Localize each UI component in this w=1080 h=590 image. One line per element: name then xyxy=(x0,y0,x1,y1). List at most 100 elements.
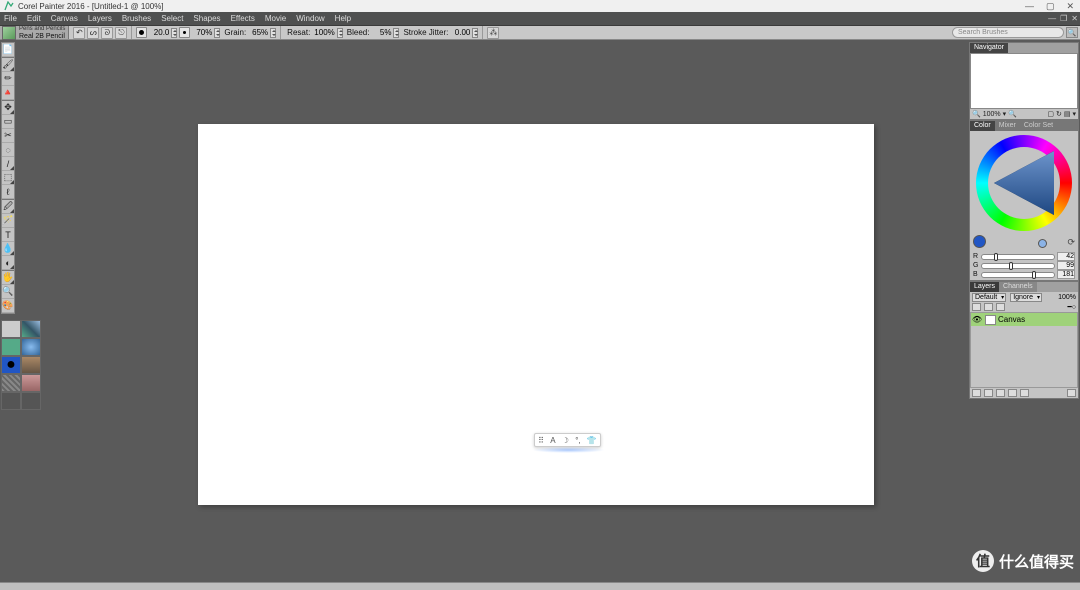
tool-shape[interactable]: 🔺 xyxy=(2,86,14,100)
menu-help[interactable]: Help xyxy=(335,14,351,23)
look-selector[interactable] xyxy=(1,338,21,356)
red-slider[interactable] xyxy=(981,254,1055,260)
grain-spinner[interactable]: 65% xyxy=(248,27,276,38)
tool-selection-oval[interactable]: ◌ xyxy=(2,143,14,157)
zoom-in-icon[interactable]: 🔍 xyxy=(1008,110,1017,118)
ime-icon[interactable]: ⠿ xyxy=(538,436,544,445)
layer-list[interactable]: 👁 Canvas xyxy=(970,312,1078,388)
tool-lasso[interactable]: ℓ xyxy=(2,185,14,199)
layer-mask-button[interactable] xyxy=(984,389,993,397)
additional-color[interactable] xyxy=(21,374,41,392)
menu-file[interactable]: File xyxy=(4,14,17,23)
flow-map-selector[interactable] xyxy=(1,392,21,410)
menu-window[interactable]: Window xyxy=(296,14,324,23)
tool-dodge[interactable]: ◐ xyxy=(2,256,14,270)
size-preview-icon[interactable] xyxy=(136,27,147,38)
layer-lock-button[interactable] xyxy=(1008,389,1017,397)
red-value[interactable]: 42 xyxy=(1057,252,1075,261)
green-value[interactable]: 99 xyxy=(1057,261,1075,270)
tool-pen[interactable]: 🖉 xyxy=(2,200,14,214)
size-spinner[interactable]: 20.0 xyxy=(149,27,177,38)
brush-selector[interactable]: Pens and Pencils Real 2B Pencil xyxy=(0,26,69,39)
minimize-button[interactable]: — xyxy=(1025,2,1034,11)
nav-btn-3[interactable]: ▤ xyxy=(1064,110,1071,118)
tool-hand[interactable]: 🖐 xyxy=(2,271,14,285)
pattern-selector[interactable] xyxy=(21,320,41,338)
layer-fx-button[interactable] xyxy=(972,389,981,397)
clone-color-icon[interactable]: ⟳ xyxy=(1067,237,1075,248)
opacity-preview-icon[interactable] xyxy=(179,27,190,38)
menu-layers[interactable]: Layers xyxy=(88,14,112,23)
texture-selector[interactable] xyxy=(21,392,41,410)
navigator-tab[interactable]: Navigator xyxy=(970,43,1008,53)
opacity-spinner[interactable]: 70% xyxy=(192,27,220,38)
close-button[interactable]: ✕ xyxy=(1066,2,1074,11)
tool-line[interactable]: / xyxy=(2,157,14,171)
paper-selector[interactable] xyxy=(1,320,21,338)
menu-brushes[interactable]: Brushes xyxy=(122,14,151,23)
search-input[interactable]: Search Brushes xyxy=(952,27,1064,38)
menu-movie[interactable]: Movie xyxy=(265,14,286,23)
tab-channels[interactable]: Channels xyxy=(999,282,1037,292)
new-layer-button[interactable] xyxy=(996,389,1005,397)
visibility-icon[interactable]: 👁 xyxy=(971,315,983,324)
opacity-slider[interactable]: ━○ xyxy=(1068,303,1076,311)
menu-effects[interactable]: Effects xyxy=(231,14,255,23)
layer-opt-3[interactable] xyxy=(996,303,1005,311)
maximize-button[interactable]: ▢ xyxy=(1046,2,1055,11)
menu-shapes[interactable]: Shapes xyxy=(193,14,220,23)
tool-brush[interactable]: 🖌 xyxy=(2,58,14,72)
blend-mode-dropdown[interactable]: Default xyxy=(972,293,1006,302)
advanced-brush-button[interactable]: ⎋ xyxy=(115,27,127,39)
navigator-preview[interactable] xyxy=(970,53,1078,109)
menu-canvas[interactable]: Canvas xyxy=(51,14,78,23)
main-color-swatch[interactable] xyxy=(973,235,986,248)
bleed-spinner[interactable]: 5% xyxy=(371,27,399,38)
layer-row[interactable]: 👁 Canvas xyxy=(971,313,1077,326)
mdi-minimize[interactable]: — xyxy=(1048,14,1056,23)
mdi-restore[interactable]: ❐ xyxy=(1060,14,1067,23)
nav-btn-2[interactable]: ↻ xyxy=(1056,110,1062,118)
jitter-spinner[interactable]: 0.00 xyxy=(450,27,478,38)
reset-tool-button[interactable]: ↶ xyxy=(73,27,85,39)
tool-transform[interactable]: ▭ xyxy=(2,115,14,129)
layer-opacity-value[interactable]: 100% xyxy=(1058,294,1076,301)
tool-crop[interactable]: ✂ xyxy=(2,129,14,143)
layer-extra-button[interactable] xyxy=(1067,389,1076,397)
floating-input-bar[interactable]: ⠿ A ☽ °, 👕 xyxy=(534,433,601,447)
depth-mode-dropdown[interactable]: Ignore xyxy=(1010,293,1042,302)
tab-mixer[interactable]: Mixer xyxy=(995,121,1020,131)
blue-slider[interactable] xyxy=(981,272,1055,278)
tool-text[interactable]: T xyxy=(2,228,14,242)
ime-letter-icon[interactable]: A xyxy=(550,436,555,445)
tool-rect-select[interactable]: ⬚ xyxy=(2,171,14,185)
ime-moon-icon[interactable]: ☽ xyxy=(562,436,569,445)
ime-skin-icon[interactable]: 👕 xyxy=(587,436,597,445)
menu-edit[interactable]: Edit xyxy=(27,14,41,23)
tool-magic-wand[interactable]: 🪄 xyxy=(2,214,14,228)
green-slider[interactable] xyxy=(981,263,1055,269)
nozzle-selector[interactable] xyxy=(21,356,41,374)
tool-dropper[interactable]: 💧 xyxy=(2,242,14,256)
mdi-close[interactable]: ✕ xyxy=(1071,14,1078,23)
additional-color-swatch[interactable] xyxy=(1038,239,1047,248)
color-wheel[interactable]: ⟳ xyxy=(970,131,1078,251)
ime-punct-icon[interactable]: °, xyxy=(575,436,580,445)
menu-select[interactable]: Select xyxy=(161,14,183,23)
brush-options-button[interactable]: ⁂ xyxy=(487,27,499,39)
dab-type-button[interactable]: ᔕ xyxy=(87,27,99,39)
resat-spinner[interactable]: 100% xyxy=(312,27,342,38)
tool-color-set[interactable]: 📄 xyxy=(2,43,14,57)
layer-opt-1[interactable] xyxy=(972,303,981,311)
search-button[interactable]: 🔍 xyxy=(1066,27,1078,38)
delete-layer-button[interactable] xyxy=(1020,389,1029,397)
tab-color[interactable]: Color xyxy=(970,121,995,131)
main-color[interactable]: ● xyxy=(1,356,21,374)
layer-opt-2[interactable] xyxy=(984,303,993,311)
tool-zoom[interactable]: 🔍 xyxy=(2,285,14,299)
nav-btn-1[interactable]: ▢ xyxy=(1047,110,1054,118)
blue-value[interactable]: 181 xyxy=(1057,270,1075,279)
tool-pencil[interactable]: ✏ xyxy=(2,72,14,86)
zoom-out-icon[interactable]: 🔍 xyxy=(972,110,981,118)
stroke-type-button[interactable]: ᘐ xyxy=(101,27,113,39)
